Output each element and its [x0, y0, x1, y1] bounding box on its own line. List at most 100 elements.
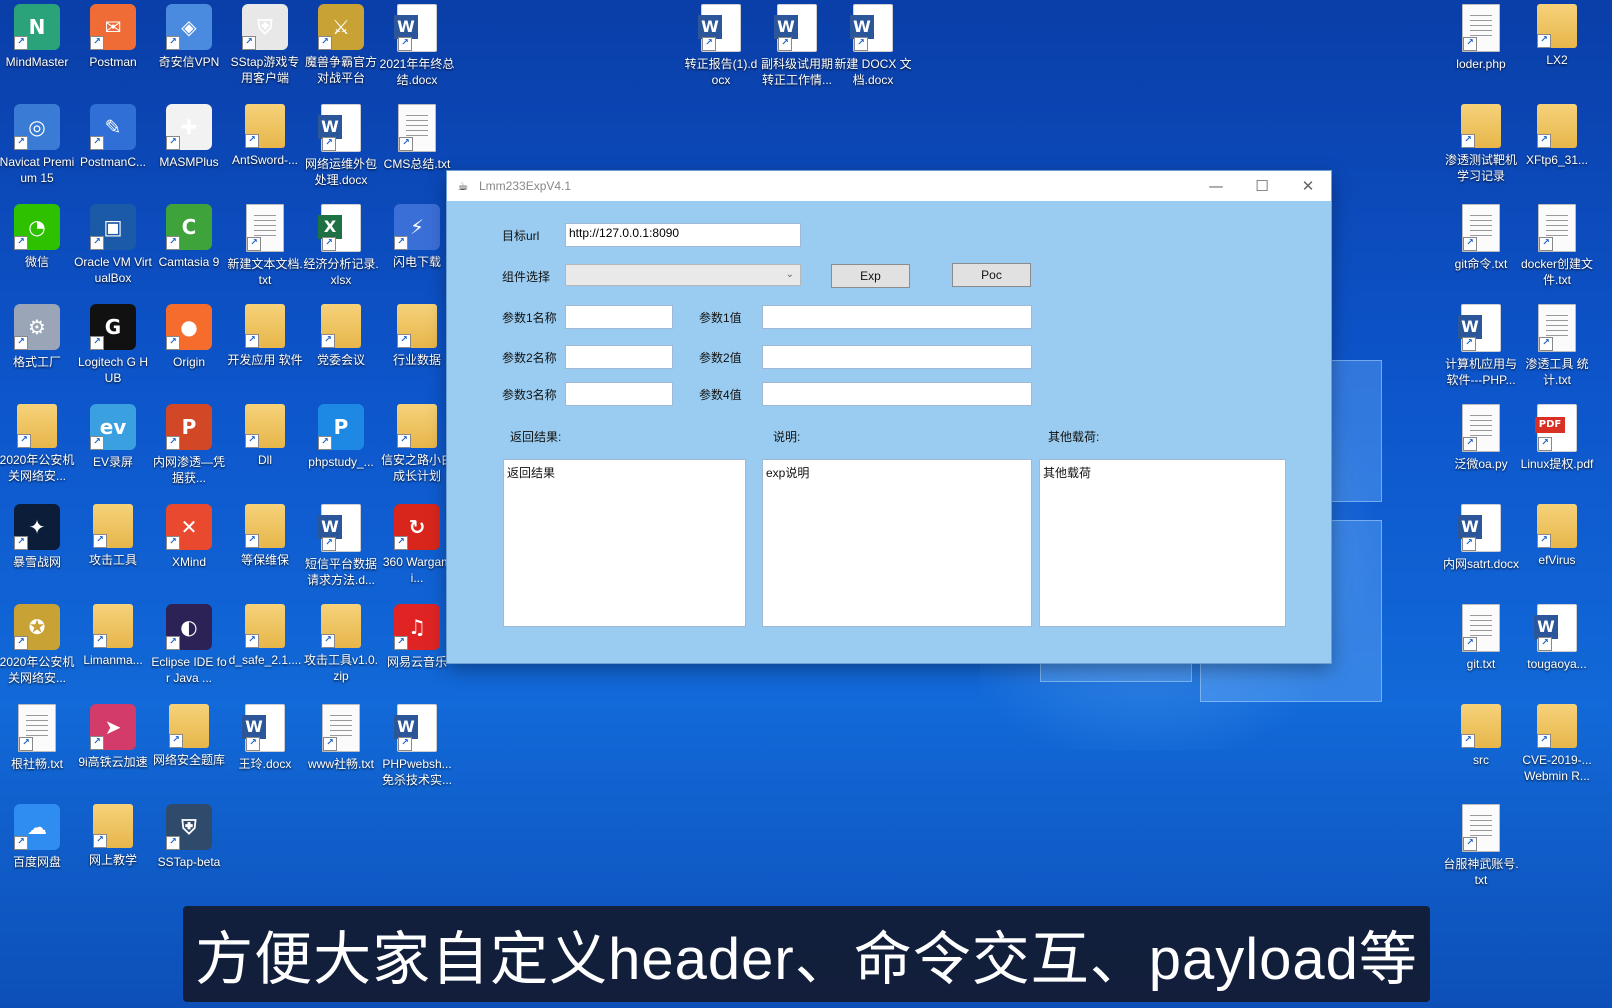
title-bar[interactable]: ☕ Lmm233ExpV4.1 — ☐ ✕	[447, 171, 1331, 201]
desktop-icon-phpstudy[interactable]: P ↗ phpstudy_...	[302, 404, 380, 470]
desktop-icon-wechat[interactable]: ◔ ↗ 微信	[0, 204, 76, 270]
desktop-icon-party-meeting[interactable]: ↗ 党委会议	[302, 304, 380, 368]
result-textarea[interactable]: 返回结果	[503, 459, 746, 627]
desktop-icon-sms-platform[interactable]: ↗ 短信平台数据请求方法.d...	[302, 504, 380, 588]
desktop-icon-cms-summary[interactable]: ↗ CMS总结.txt	[378, 104, 456, 172]
desktop-icon-zhuanzheng[interactable]: ↗ 转正报告(1).docx	[682, 4, 760, 88]
param2-value-input[interactable]	[762, 345, 1032, 369]
shortcut-arrow-icon: ↗	[166, 436, 180, 450]
desktop-icon-police2020a[interactable]: ↗ 2020年公安机关网络安...	[0, 404, 76, 484]
desktop-icon-qianxin-vpn[interactable]: ◈ ↗ 奇安信VPN	[150, 4, 228, 70]
desktop-icon-eclipse[interactable]: ◐ ↗ Eclipse IDE for Java ...	[150, 604, 228, 686]
desktop-icon-fanwei[interactable]: ↗ 泛微oa.py	[1442, 404, 1520, 472]
desktop-icon-label: tougaoya...	[1527, 657, 1587, 671]
desktop-icon-econ-xlsx[interactable]: ↗ 经济分析记录.xlsx	[302, 204, 380, 288]
desktop-icon-logitech[interactable]: G ↗ Logitech G HUB	[74, 304, 152, 386]
maximize-button[interactable]: ☐	[1239, 171, 1285, 201]
desktop-icon-9hk[interactable]: ➤ ↗ 9i高铁云加速	[74, 704, 152, 770]
param1-name-input[interactable]	[565, 305, 673, 329]
desktop-icon-summary2021[interactable]: ↗ 2021年年终总结.docx	[378, 4, 456, 88]
desktop-icon-ev-record[interactable]: ev ↗ EV录屏	[74, 404, 152, 470]
desktop-icon-www-txt[interactable]: ↗ www社畅.txt	[302, 704, 380, 772]
desktop-icon-phpwebsh[interactable]: ↗ PHPwebsh...免杀技术实...	[378, 704, 456, 788]
desktop-icon-net-teach[interactable]: ↗ 网上教学	[74, 804, 152, 868]
desktop-icon-cve2019[interactable]: ↗ CVE-2019-... Webmin R...	[1518, 704, 1596, 784]
param4-value-input[interactable]	[762, 382, 1032, 406]
desktop-icon-intranet-ppt[interactable]: P ↗ 内网渗透—凭据获...	[150, 404, 228, 486]
desktop-icon-baidu-pan[interactable]: ☁ ↗ 百度网盘	[0, 804, 76, 870]
text-file-icon: ↗	[1538, 204, 1576, 252]
desktop-icon-intranet-start[interactable]: ↗ 内网satrt.docx	[1442, 504, 1520, 572]
desktop-icon-warcraft[interactable]: ⚔ ↗ 魔兽争霸官方对战平台	[302, 4, 380, 86]
desktop-icon-camtasia[interactable]: C ↗ Camtasia 9	[150, 204, 228, 270]
desktop-icon-navicat[interactable]: ◎ ↗ Navicat Premium 15	[0, 104, 76, 186]
desktop-icon-sstap[interactable]: ⛨ ↗ SStap游戏专用客户端	[226, 4, 304, 86]
desktop-icon-pentest-tools[interactable]: ↗ 渗透工具 统计.txt	[1518, 304, 1596, 388]
desktop-icon-netease-music[interactable]: ♫ ↗ 网易云音乐	[378, 604, 456, 670]
desktop-icon-industry-data[interactable]: ↗ 行业数据	[378, 304, 456, 368]
desktop-icon-label: AntSword-...	[231, 153, 299, 167]
desktop-icon-network-ops[interactable]: ↗ 网络运维外包处理.docx	[302, 104, 380, 188]
desktop-icon-postmanc[interactable]: ✎ ↗ PostmanC...	[74, 104, 152, 170]
desktop-icon-computer-app[interactable]: ↗ 计算机应用与软件---PHP...	[1442, 304, 1520, 388]
desktop-icon-origin[interactable]: ● ↗ Origin	[150, 304, 228, 370]
desktop-icon-git-txt[interactable]: ↗ git.txt	[1442, 604, 1520, 672]
desktop-icon-police2020b[interactable]: ✪ ↗ 2020年公安机关网络安...	[0, 604, 76, 686]
shortcut-arrow-icon: ↗	[322, 237, 336, 251]
desktop-icon-dengbao[interactable]: ↗ 等保维保	[226, 504, 304, 568]
desktop-icon-new-docx[interactable]: ↗ 新建 DOCX 文档.docx	[834, 4, 912, 88]
desktop-icon-taifu[interactable]: ↗ 台服神武账号.txt	[1442, 804, 1520, 888]
desktop-icon-antsword[interactable]: ↗ AntSword-...	[226, 104, 304, 168]
description-textarea[interactable]: exp说明	[762, 459, 1032, 627]
param3-name-input[interactable]	[565, 382, 673, 406]
desktop-icon-attack-tools[interactable]: ↗ 攻击工具	[74, 504, 152, 568]
desktop-icon-virtualbox[interactable]: ▣ ↗ Oracle VM VirtualBox	[74, 204, 152, 286]
desktop-icon-flash-dl[interactable]: ⚡ ↗ 闪电下载	[378, 204, 456, 270]
param2-name-input[interactable]	[565, 345, 673, 369]
desktop-icon-postman[interactable]: ✉ ↗ Postman	[74, 4, 152, 70]
component-select[interactable]: ⌄	[565, 264, 801, 286]
desktop-icon-label: git.txt	[1466, 657, 1496, 671]
desktop-icon-masmplus[interactable]: ✚ ↗ MASMPlus	[150, 104, 228, 170]
desktop-icon-baoxue[interactable]: ✦ ↗ 暴雪战网	[0, 504, 76, 570]
desktop-icon-tougaoya[interactable]: ↗ tougaoya...	[1518, 604, 1596, 672]
close-button[interactable]: ✕	[1285, 171, 1331, 201]
param1-value-input[interactable]	[762, 305, 1032, 329]
desktop-icon-wangling[interactable]: ↗ 王玲.docx	[226, 704, 304, 772]
desktop-icon-src[interactable]: ↗ src	[1442, 704, 1520, 768]
desktop-icon-dev-apps[interactable]: ↗ 开发应用 软件	[226, 304, 304, 368]
desktop-icon-label: MASMPlus	[159, 155, 219, 169]
exp-button[interactable]: Exp	[831, 264, 910, 288]
desktop-icon-mindmaster[interactable]: N ↗ MindMaster	[0, 4, 76, 70]
desktop-icon-attack-zip[interactable]: ↗ 攻击工具v1.0.zip	[302, 604, 380, 684]
desktop-icon-sstap2[interactable]: ⛨ ↗ SSTap-beta	[150, 804, 228, 870]
desktop-icon-dsafe[interactable]: ↗ d_safe_2.1....	[226, 604, 304, 668]
desktop-icon-dll[interactable]: ↗ Dll	[226, 404, 304, 468]
desktop-icon-xinan-road[interactable]: ↗ 信安之路小白成长计划	[378, 404, 456, 484]
desktop-icon-loder[interactable]: ↗ loder.php	[1442, 4, 1520, 72]
desktop-icon-root-txt[interactable]: ↗ 根社畅.txt	[0, 704, 76, 772]
exploit-tool-window[interactable]: ☕ Lmm233ExpV4.1 — ☐ ✕ 目标url http://127.0…	[447, 171, 1331, 663]
target-url-input[interactable]: http://127.0.0.1:8090	[565, 223, 801, 247]
shortcut-arrow-icon: ↗	[321, 634, 335, 648]
desktop-icon-label: 短信平台数据请求方法.d...	[304, 557, 377, 587]
desktop-icon-xftp[interactable]: ↗ XFtp6_31...	[1518, 104, 1596, 168]
desktop-icon-git-cmd[interactable]: ↗ git命令.txt	[1442, 204, 1520, 272]
desktop-icon-xmind[interactable]: ✕ ↗ XMind	[150, 504, 228, 570]
desktop-icon-lx2[interactable]: ↗ LX2	[1518, 4, 1596, 68]
format-factory-icon: ⚙ ↗	[14, 304, 60, 350]
desktop-icon-limanma[interactable]: ↗ Limanma...	[74, 604, 152, 668]
desktop-icon-netsec-bank[interactable]: ↗ 网络安全题库	[150, 704, 228, 768]
desktop-icon-format-factory[interactable]: ⚙ ↗ 格式工厂	[0, 304, 76, 370]
desktop-icon-docker[interactable]: ↗ docker创建文件.txt	[1518, 204, 1596, 288]
desktop-icon-wargaming[interactable]: ↻ ↗ 360 Wargami...	[378, 504, 456, 586]
desktop-icon-linux-pdf[interactable]: ↗ Linux提权.pdf	[1518, 404, 1596, 472]
other-payload-textarea[interactable]: 其他载荷	[1039, 459, 1286, 627]
minimize-button[interactable]: —	[1193, 171, 1239, 201]
desktop-icon-fuke[interactable]: ↗ 副科级试用期转正工作情...	[758, 4, 836, 88]
shortcut-arrow-icon: ↗	[247, 237, 261, 251]
desktop-icon-new-txt[interactable]: ↗ 新建文本文档.txt	[226, 204, 304, 288]
desktop-icon-efvirus[interactable]: ↗ efVirus	[1518, 504, 1596, 568]
poc-button[interactable]: Poc	[952, 263, 1031, 287]
desktop-icon-pentest-lab[interactable]: ↗ 渗透测试靶机学习记录	[1442, 104, 1520, 184]
